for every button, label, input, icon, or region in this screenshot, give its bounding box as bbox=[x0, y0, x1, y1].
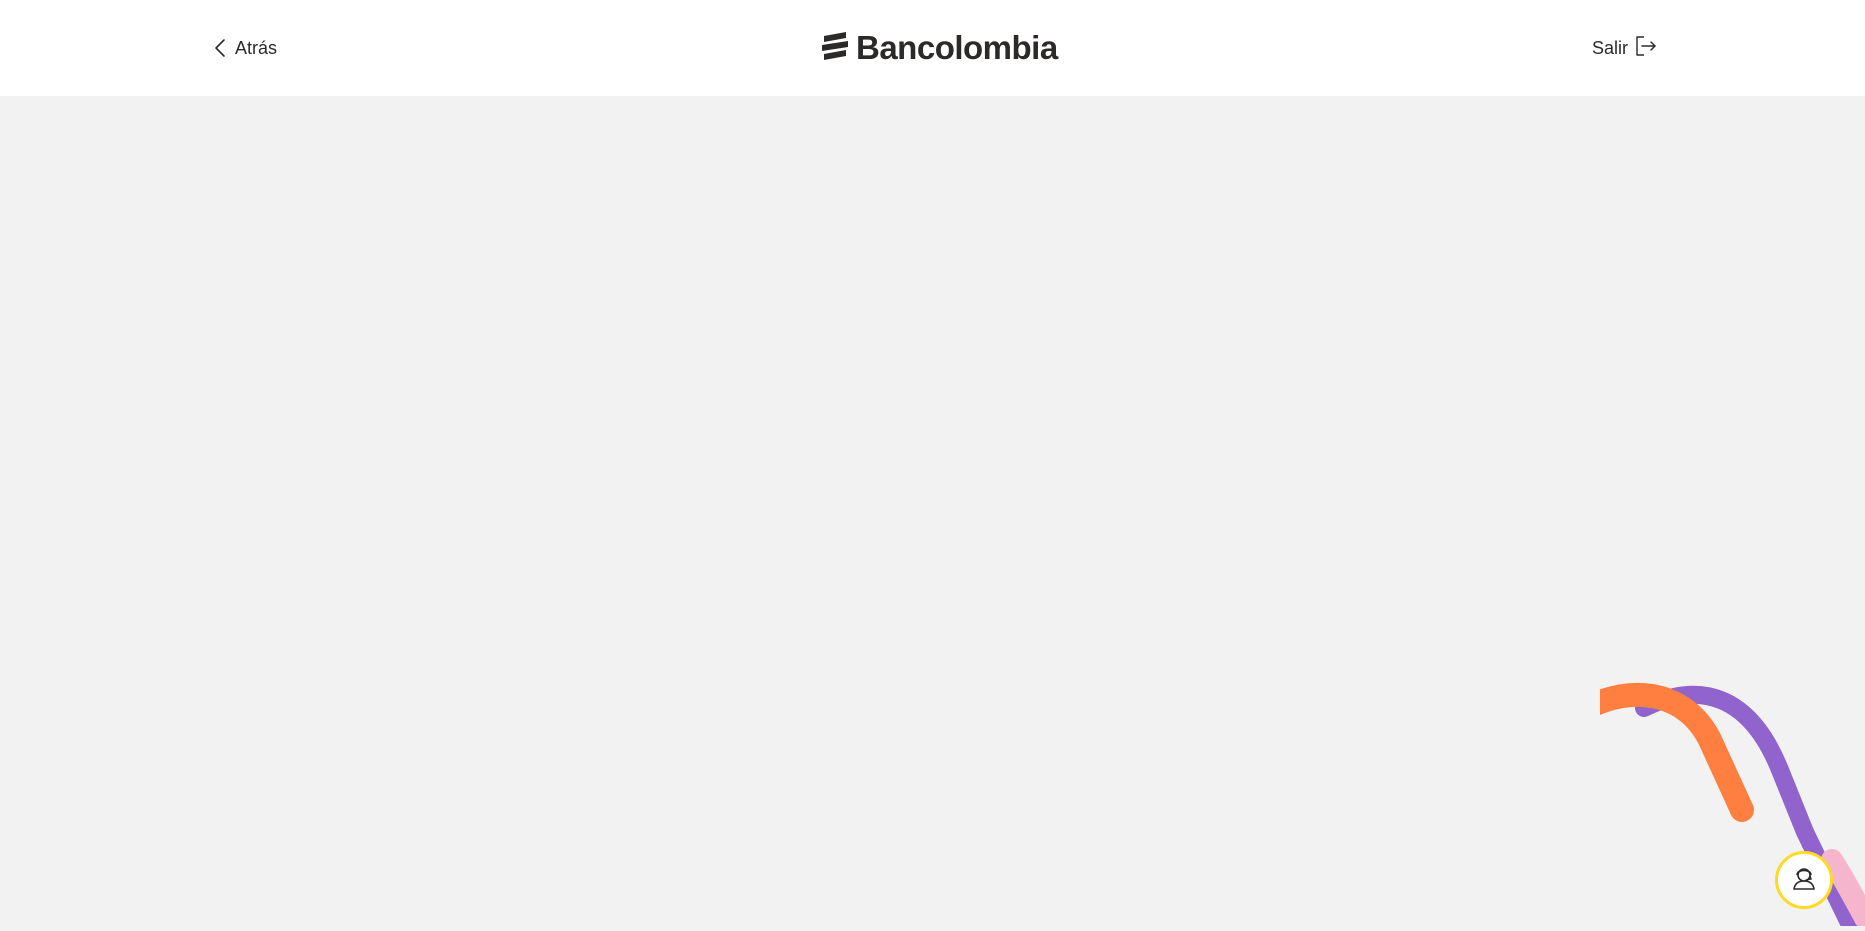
logo-text: Bancolombia bbox=[856, 29, 1058, 66]
back-label: Atrás bbox=[235, 37, 278, 58]
exit-button[interactable]: Salir bbox=[1592, 32, 1658, 64]
help-chat-button[interactable] bbox=[1775, 851, 1833, 909]
top-header: Atrás Bancolombia Salir bbox=[0, 0, 1865, 96]
bancolombia-logo: Bancolombia bbox=[820, 28, 1058, 68]
support-agent-icon bbox=[1790, 864, 1818, 897]
bancolombia-logo-icon bbox=[820, 30, 850, 67]
exit-label: Salir bbox=[1592, 37, 1629, 58]
chevron-left-icon bbox=[213, 38, 227, 58]
main-content bbox=[0, 96, 1865, 926]
logout-icon bbox=[1634, 34, 1658, 63]
back-button[interactable]: Atrás bbox=[213, 32, 277, 64]
